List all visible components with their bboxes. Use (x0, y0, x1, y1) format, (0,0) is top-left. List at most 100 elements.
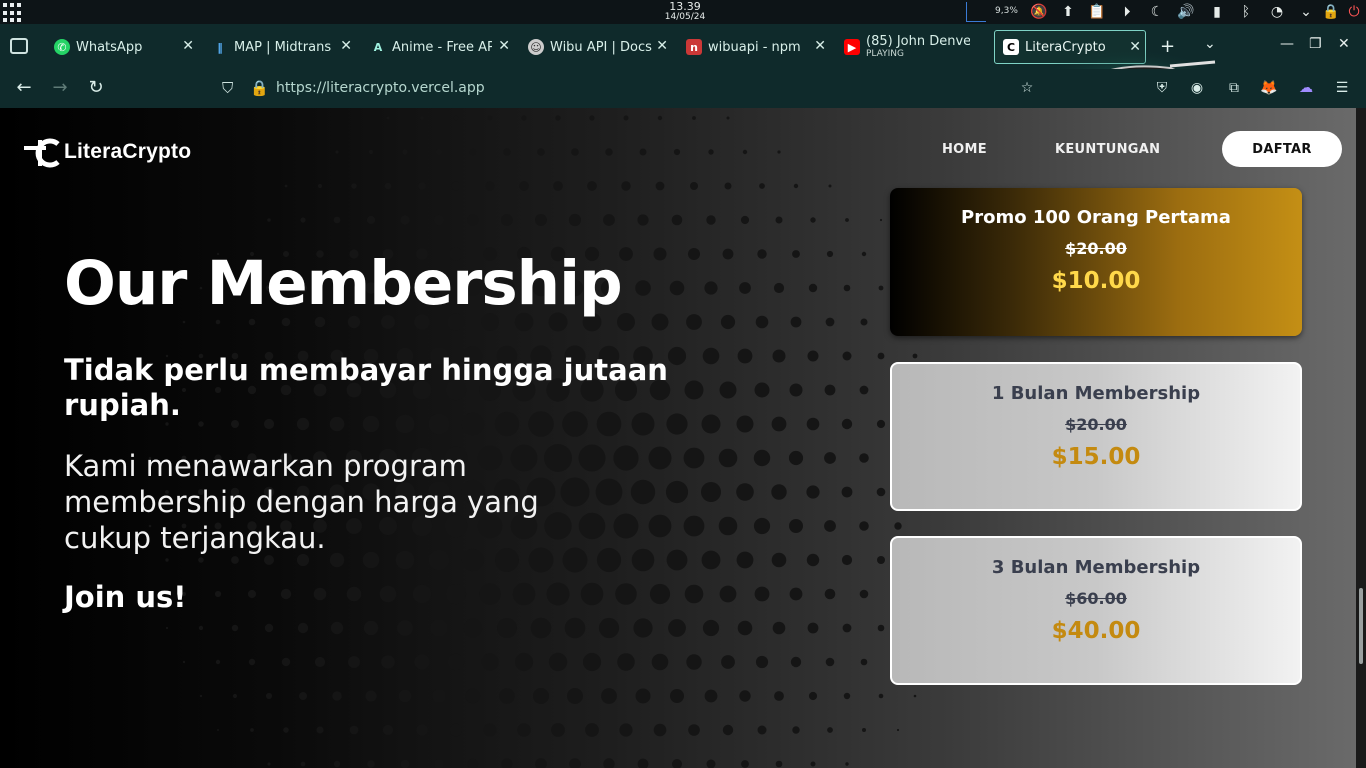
halftone-dot (483, 723, 497, 737)
halftone-dot (740, 215, 750, 225)
bookmark-star-icon[interactable]: ☆ (1018, 79, 1036, 97)
halftone-dot (772, 349, 786, 363)
close-icon[interactable]: ✕ (182, 38, 194, 54)
halftone-dot (165, 558, 169, 562)
night-light-icon[interactable]: ☾ (1147, 3, 1167, 21)
bluetooth-icon[interactable]: ᛒ (1236, 3, 1256, 21)
avatar-extension-icon[interactable]: ◉ (1188, 79, 1206, 97)
wifi-icon[interactable]: ◔ (1267, 3, 1287, 21)
halftone-dot (514, 652, 534, 672)
halftone-dot (265, 692, 273, 700)
url-input[interactable]: https://literacrypto.vercel.app (276, 80, 485, 96)
nav-benefits-link[interactable]: KEUNTUNGAN (1055, 142, 1160, 157)
halftone-dot (283, 727, 289, 733)
window-close-icon[interactable]: ✕ (1338, 36, 1350, 52)
halftone-dot (912, 353, 918, 359)
close-icon[interactable]: ✕ (340, 38, 352, 54)
halftone-dot (807, 622, 819, 634)
halftone-dot (569, 758, 581, 768)
halftone-dot (349, 725, 359, 735)
plan-card-3-month[interactable]: 3 Bulan Membership $60.00 $40.00 (890, 536, 1302, 685)
halftone-dot (551, 723, 565, 737)
halftone-dot (666, 549, 688, 571)
cpu-percent: 9,3% (995, 6, 1018, 16)
new-tab-button[interactable]: + (1160, 36, 1175, 57)
back-arrow-icon[interactable]: ← (12, 77, 36, 101)
cpu-graph-icon[interactable] (966, 2, 986, 22)
hamburger-menu-icon[interactable]: ☰ (1333, 79, 1351, 97)
clipboard-icon[interactable]: 📋 (1087, 3, 1107, 21)
plan-card-promo[interactable]: Promo 100 Orang Pertama $20.00 $10.00 (890, 188, 1302, 336)
midtrans-icon: ‖ (217, 40, 223, 54)
halftone-dot (248, 658, 256, 666)
halftone-dot (635, 280, 651, 296)
halftone-dot (860, 318, 868, 326)
shield-extension-icon[interactable]: ⛨ (1153, 79, 1171, 97)
register-button[interactable]: DAFTAR (1222, 131, 1342, 167)
halftone-dot (497, 618, 517, 638)
extensions-puzzle-icon[interactable]: ⧉ (1225, 79, 1243, 97)
halftone-dot (580, 582, 604, 606)
power-icon[interactable]: ⏻ (1344, 3, 1364, 21)
chevron-down-icon[interactable]: ⌄ (1296, 3, 1316, 21)
volume-icon[interactable]: 🔊 (1176, 3, 1196, 21)
maximize-icon[interactable]: ❐ (1309, 36, 1322, 52)
halftone-dot (789, 383, 803, 397)
halftone-dot (617, 653, 635, 671)
halftone-dot (807, 350, 819, 362)
ghost-extension-icon[interactable]: ☁ (1297, 79, 1315, 97)
metamask-icon[interactable]: 🦊 (1260, 79, 1278, 97)
halftone-dot (736, 551, 754, 569)
tab-wibu-api[interactable]: ☺ Wibu API | Docs ✕ (520, 30, 672, 64)
reload-icon[interactable]: ↻ (84, 77, 108, 101)
update-icon[interactable]: ⬆ (1058, 3, 1078, 21)
plan-price: $10.00 (1051, 268, 1141, 294)
halftone-dot (648, 514, 672, 538)
halftone-dot (702, 347, 720, 365)
list-all-tabs-icon[interactable]: ⌄ (1204, 36, 1216, 52)
halftone-dot (264, 555, 274, 565)
tracking-shield-icon[interactable]: ⛉ (222, 79, 233, 97)
halftone-dot (684, 584, 704, 604)
halftone-dot (824, 520, 836, 532)
halftone-dot (845, 762, 849, 766)
media-player-icon[interactable]: ⏵ (1117, 3, 1137, 21)
halftone-dot (825, 317, 835, 327)
halftone-dot (297, 622, 309, 634)
lock-icon[interactable]: 🔒 (1321, 3, 1341, 21)
notifications-off-icon[interactable]: 🔕 (1029, 3, 1049, 21)
scrollbar-thumb[interactable] (1359, 588, 1363, 664)
system-clock[interactable]: 13.39 14/05/24 (640, 1, 730, 22)
tab-youtube[interactable]: ▶ (85) John Denve PLAYING (836, 30, 988, 64)
forward-arrow-icon[interactable]: → (48, 77, 72, 101)
halftone-dot (824, 384, 836, 396)
nav-home-link[interactable]: HOME (942, 142, 987, 157)
halftone-dot (757, 725, 767, 735)
halftone-dot (876, 419, 886, 429)
page-scrollbar[interactable] (1356, 108, 1366, 768)
tab-npm[interactable]: n wibuapi - npm ✕ (678, 30, 830, 64)
halftone-dot (775, 760, 783, 768)
tab-whatsapp[interactable]: ✆ WhatsApp ✕ (46, 30, 198, 64)
close-icon[interactable]: ✕ (498, 38, 510, 54)
tab-label: Wibu API | Docs (550, 39, 652, 55)
close-icon[interactable]: ✕ (814, 38, 826, 54)
site-logo[interactable]: LiteraCrypto (22, 136, 191, 168)
close-icon[interactable]: ✕ (656, 38, 668, 54)
app-launcher-icon[interactable] (3, 3, 23, 23)
site-header: LiteraCrypto HOME KEUNTUNGAN DAFTAR (0, 108, 1356, 188)
battery-icon[interactable]: ▮ (1207, 3, 1227, 21)
minimize-icon[interactable]: — (1280, 36, 1294, 52)
halftone-dot (771, 416, 787, 432)
plan-old-price: $60.00 (1065, 589, 1127, 608)
halftone-dot (430, 619, 448, 637)
padlock-icon[interactable]: 🔒 (250, 79, 269, 97)
halftone-dot (250, 728, 254, 732)
plan-card-1-month[interactable]: 1 Bulan Membership $20.00 $15.00 (890, 362, 1302, 511)
tab-midtrans[interactable]: ‖ MAP | Midtrans ✕ (204, 30, 356, 64)
firefox-view-icon[interactable] (10, 38, 28, 54)
brand-name: LiteraCrypto (64, 140, 192, 163)
halftone-dot (564, 617, 586, 639)
tab-anime-api[interactable]: A Anime - Free AP ✕ (362, 30, 514, 64)
halftone-dot (808, 283, 818, 293)
